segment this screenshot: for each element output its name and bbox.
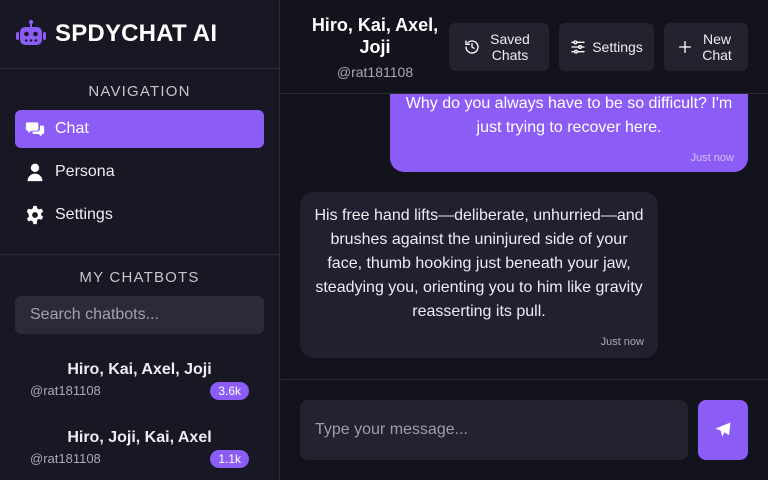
- nav-item-chat-label: Chat: [55, 120, 89, 137]
- saved-chats-button[interactable]: Saved Chats: [449, 23, 549, 71]
- chatbots-title: MY CHATBOTS: [79, 269, 200, 286]
- chat-main: Hiro, Kai, Axel, Joji @rat181108 Saved C…: [281, 0, 768, 480]
- chatbot-list-item[interactable]: Hiro, Joji, Kai, Axel @rat181108 1.1k: [15, 402, 264, 470]
- settings-button[interactable]: Settings: [559, 23, 654, 71]
- navigation-title: NAVIGATION: [88, 83, 191, 100]
- chatbots-section: MY CHATBOTS Hiro, Kai, Axel, Joji @rat18…: [0, 255, 279, 470]
- chat-title-block: Hiro, Kai, Axel, Joji @rat181108: [299, 14, 451, 80]
- gear-icon: [25, 205, 45, 225]
- message-timestamp: Just now: [600, 336, 644, 348]
- chat-title: Hiro, Kai, Axel, Joji: [311, 15, 439, 57]
- settings-label: Settings: [592, 39, 643, 55]
- nav-item-chat[interactable]: Chat: [15, 110, 264, 148]
- sidebar: SPDYCHAT AI NAVIGATION Chat Persona Sett…: [0, 0, 280, 480]
- sliders-icon: [571, 40, 585, 54]
- nav-item-persona-label: Persona: [55, 163, 115, 180]
- chat-header: Hiro, Kai, Axel, Joji @rat181108 Saved C…: [281, 0, 768, 94]
- bot-message-text: His free hand lifts—deliberate, unhurrie…: [314, 207, 644, 320]
- nav-item-settings-label: Settings: [55, 206, 113, 223]
- brand-name: SPDYCHAT AI: [55, 20, 218, 47]
- chatbot-list-item[interactable]: Hiro, Kai, Axel, Joji @rat181108 3.6k: [15, 334, 264, 402]
- user-message: Why do you always have to be so difficul…: [390, 94, 748, 172]
- chatbot-handle: @rat181108: [30, 451, 101, 466]
- person-icon: [25, 162, 45, 182]
- message-list: Why do you always have to be so difficul…: [281, 94, 768, 379]
- send-icon: [715, 422, 731, 437]
- new-chat-button[interactable]: New Chat: [664, 23, 748, 71]
- message-composer: [281, 379, 768, 480]
- message-input[interactable]: [300, 400, 688, 460]
- robot-logo-icon: [16, 19, 46, 45]
- plus-icon: [679, 41, 691, 53]
- chat-bubbles-icon: [25, 119, 45, 139]
- search-chatbots-input[interactable]: [15, 296, 264, 334]
- saved-chats-label: Saved Chats: [490, 31, 530, 63]
- user-message-text: Why do you always have to be so difficul…: [405, 95, 733, 136]
- new-chat-label: New Chat: [702, 31, 732, 63]
- navigation-section: NAVIGATION Chat Persona Settings: [0, 69, 279, 255]
- bot-message: His free hand lifts—deliberate, unhurrie…: [300, 192, 658, 358]
- chatbot-count-badge: 3.6k: [210, 382, 249, 400]
- chatbot-name: Hiro, Joji, Kai, Axel: [67, 429, 212, 446]
- nav-item-persona[interactable]: Persona: [15, 153, 264, 191]
- history-icon: [465, 40, 479, 54]
- chatbot-count-badge: 1.1k: [210, 450, 249, 468]
- message-timestamp: Just now: [690, 152, 734, 164]
- send-button[interactable]: [698, 400, 748, 460]
- brand-header: SPDYCHAT AI: [0, 0, 279, 69]
- chatbot-name: Hiro, Kai, Axel, Joji: [67, 361, 212, 378]
- chatbot-handle: @rat181108: [30, 383, 101, 398]
- nav-item-settings[interactable]: Settings: [15, 196, 264, 234]
- chat-handle: @rat181108: [336, 64, 414, 80]
